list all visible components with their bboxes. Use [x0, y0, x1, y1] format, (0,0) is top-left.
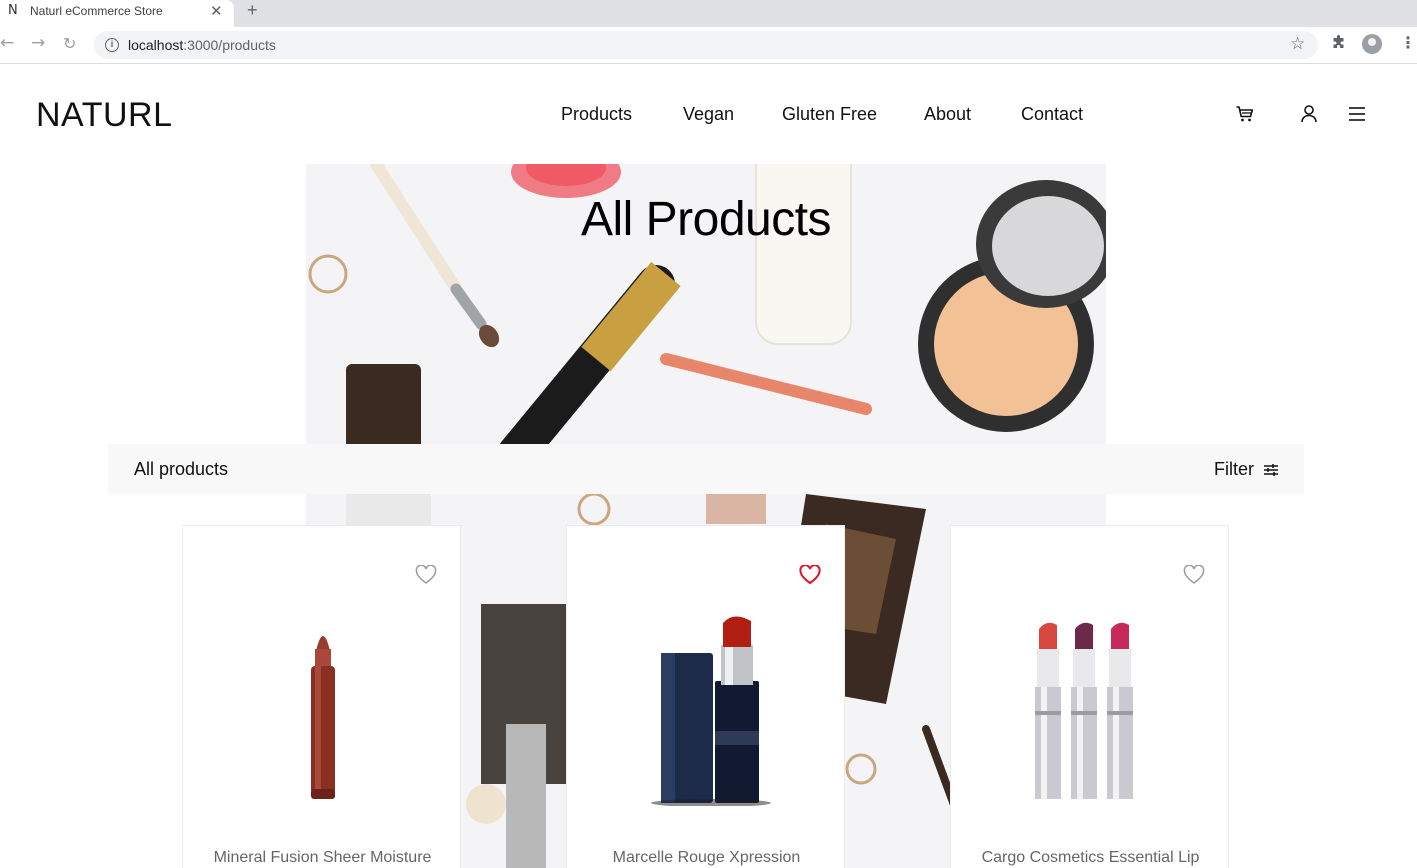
tab-title: Naturl eCommerce Store: [30, 4, 163, 18]
site-info-icon[interactable]: i: [105, 38, 119, 52]
nav-link-vegan[interactable]: Vegan: [683, 104, 734, 125]
product-name[interactable]: Cargo Cosmetics Essential Lip: [951, 849, 1230, 867]
user-account-icon[interactable]: [1299, 104, 1319, 124]
page-title: All Products: [580, 193, 832, 246]
nav-link-gluten-free[interactable]: Gluten Free: [782, 104, 877, 125]
product-image-lipstick: [651, 616, 771, 806]
extensions-puzzle-icon[interactable]: [1331, 35, 1347, 51]
browser-toolbar: ← → ↻ i localhost:3000/products ☆ ⋮: [0, 27, 1417, 64]
product-image-crayon: [311, 636, 335, 799]
hamburger-menu-icon[interactable]: [1347, 104, 1367, 124]
product-card[interactable]: Marcelle Rouge Xpression: [566, 525, 845, 868]
close-tab-icon[interactable]: ✕: [210, 2, 223, 20]
favicon: N: [8, 3, 18, 18]
browser-menu-icon[interactable]: ⋮: [1400, 33, 1416, 53]
browser-tab-strip: N Naturl eCommerce Store ✕ +: [0, 0, 1417, 27]
site-logo[interactable]: NATURL: [36, 96, 173, 135]
product-name[interactable]: Marcelle Rouge Xpression: [567, 849, 846, 867]
back-icon[interactable]: ←: [0, 33, 14, 53]
nav-link-products[interactable]: Products: [561, 104, 632, 125]
url-path: :3000/products: [183, 37, 276, 53]
product-name[interactable]: Mineral Fusion Sheer Moisture: [183, 849, 462, 867]
nav-link-about[interactable]: About: [924, 104, 971, 125]
filter-button[interactable]: Filter: [1214, 459, 1279, 480]
new-tab-icon[interactable]: +: [247, 0, 258, 21]
filter-sliders-icon: [1264, 464, 1278, 476]
nav-link-contact[interactable]: Contact: [1021, 104, 1083, 125]
filter-bar: All products Filter: [108, 444, 1304, 494]
product-card[interactable]: Mineral Fusion Sheer Moisture: [182, 525, 461, 868]
favorite-heart-icon[interactable]: [415, 565, 437, 585]
product-card[interactable]: Cargo Cosmetics Essential Lip: [950, 525, 1229, 868]
product-image-lip-trio: [1035, 622, 1133, 799]
cart-icon[interactable]: [1235, 104, 1255, 124]
address-bar[interactable]: i localhost:3000/products ☆: [94, 31, 1318, 59]
url-host: localhost: [128, 37, 184, 53]
favorite-heart-icon[interactable]: [1183, 565, 1205, 585]
favorite-heart-icon-filled[interactable]: [799, 565, 821, 585]
filter-label: Filter: [1213, 459, 1254, 479]
forward-icon[interactable]: →: [31, 33, 45, 53]
profile-avatar-icon[interactable]: [1362, 34, 1382, 54]
url-text[interactable]: localhost:3000/products: [128, 37, 276, 53]
bookmark-star-icon[interactable]: ☆: [1290, 34, 1305, 54]
category-label: All products: [134, 459, 229, 479]
reload-icon[interactable]: ↻: [63, 34, 76, 53]
browser-tab[interactable]: N Naturl eCommerce Store ✕: [0, 0, 234, 27]
